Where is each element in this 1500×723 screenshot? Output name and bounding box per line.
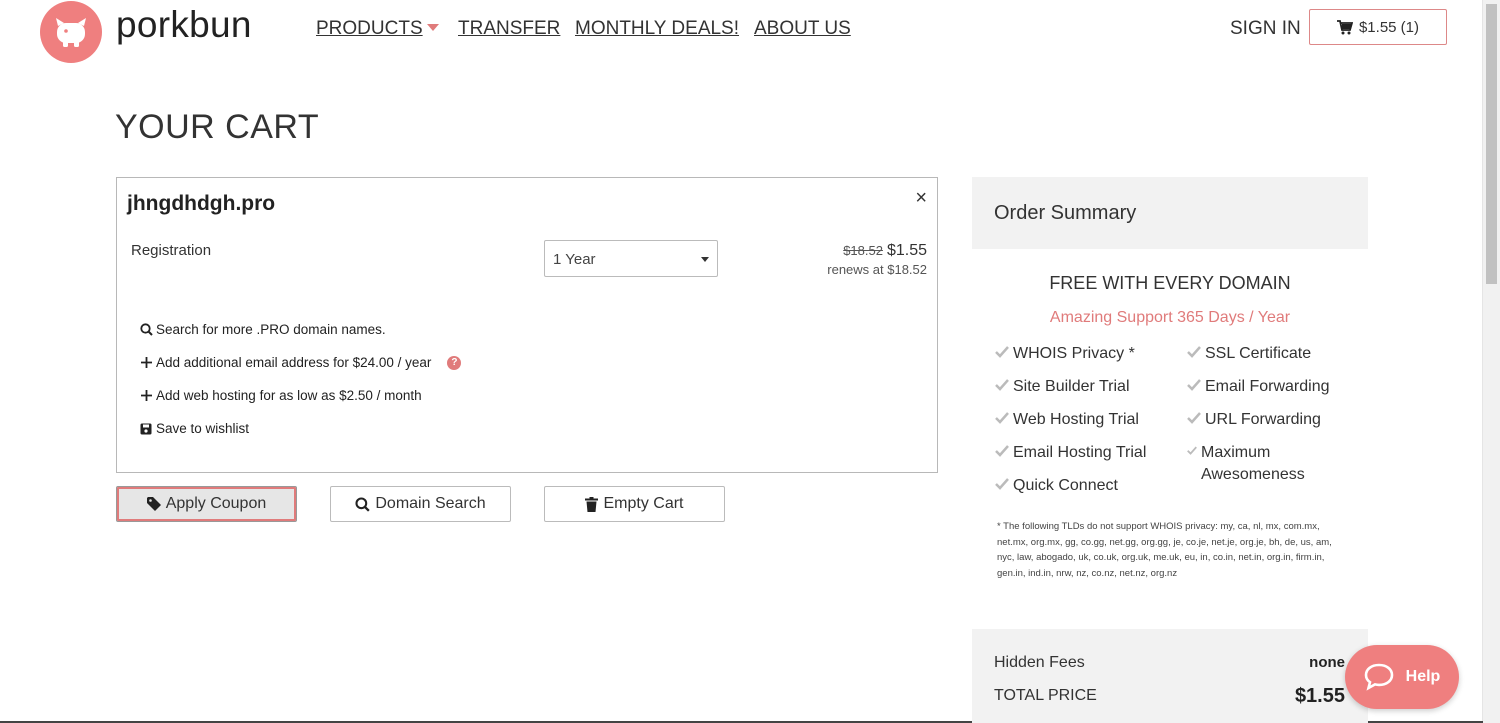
check-icon bbox=[1187, 379, 1201, 391]
add-hosting-label: Add web hosting for as low as $2.50 / mo… bbox=[156, 388, 422, 403]
feature-item: Email Forwarding bbox=[1187, 376, 1329, 398]
registration-term-select[interactable]: 1 Year bbox=[544, 240, 718, 277]
check-icon bbox=[995, 445, 1009, 457]
search-more-domains-link[interactable]: Search for more .PRO domain names. bbox=[139, 322, 386, 337]
feature-label: SSL Certificate bbox=[1205, 345, 1312, 362]
order-summary-header: Order Summary bbox=[972, 177, 1368, 249]
apply-coupon-label: Apply Coupon bbox=[165, 495, 267, 512]
feature-label: URL Forwarding bbox=[1205, 411, 1321, 428]
search-icon bbox=[139, 323, 153, 336]
question-circle-icon[interactable]: ? bbox=[447, 355, 462, 370]
free-with-domain-title: FREE WITH EVERY DOMAIN bbox=[1049, 273, 1291, 293]
page-title: YOUR CART bbox=[115, 108, 320, 146]
trash-icon bbox=[585, 496, 599, 512]
feature-label: Email Forwarding bbox=[1205, 378, 1330, 395]
hidden-fees-value: none bbox=[1309, 654, 1345, 671]
save-to-wishlist-link[interactable]: Save to wishlist bbox=[139, 421, 249, 436]
search-more-label: Search for more .PRO domain names. bbox=[156, 322, 386, 337]
whois-privacy-note: * The following TLDs do not support WHOI… bbox=[997, 521, 1332, 579]
nav-products-label: PRODUCTS bbox=[316, 18, 423, 39]
cart-button[interactable]: $1.55 (1) bbox=[1309, 9, 1447, 45]
feature-label: Quick Connect bbox=[1013, 477, 1118, 494]
check-icon bbox=[1187, 346, 1201, 358]
support-tagline: Amazing Support 365 Days / Year bbox=[1049, 309, 1291, 326]
cart-total-label: $1.55 (1) bbox=[1358, 18, 1420, 36]
domain-search-button[interactable]: Domain Search bbox=[330, 486, 511, 522]
feature-item: Maximum Awesomeness bbox=[1187, 442, 1327, 486]
nav-monthly-deals[interactable]: MONTHLY DEALS! bbox=[575, 18, 739, 40]
shopping-cart-icon bbox=[1336, 19, 1353, 34]
check-icon bbox=[1187, 446, 1197, 455]
add-email-option[interactable]: Add additional email address for $24.00 … bbox=[139, 355, 462, 370]
check-icon bbox=[1187, 412, 1201, 424]
feature-label: Site Builder Trial bbox=[1013, 378, 1130, 395]
feature-item: Web Hosting Trial bbox=[995, 409, 1139, 431]
empty-cart-button[interactable]: Empty Cart bbox=[544, 486, 725, 522]
porkbun-logo-icon[interactable] bbox=[40, 1, 102, 63]
empty-cart-label: Empty Cart bbox=[603, 495, 684, 512]
plus-icon bbox=[140, 390, 152, 401]
discounted-price: $1.55 bbox=[886, 242, 927, 259]
nav-about-us[interactable]: ABOUT US bbox=[754, 18, 851, 40]
remove-item-close-icon[interactable]: × bbox=[915, 187, 927, 210]
cart-item-card: jhngdhdgh.pro × Registration 1 Year $18.… bbox=[116, 177, 938, 473]
order-totals: Hidden Fees none TOTAL PRICE $1.55 bbox=[972, 629, 1368, 723]
term-selected-value: 1 Year bbox=[553, 251, 596, 268]
feature-item: URL Forwarding bbox=[1187, 409, 1321, 431]
feature-label: Web Hosting Trial bbox=[1013, 411, 1139, 428]
dropdown-arrow-icon bbox=[701, 257, 709, 262]
registration-label: Registration bbox=[131, 242, 212, 259]
item-price: $18.52 $1.55 renews at $18.52 bbox=[827, 242, 927, 277]
search-icon bbox=[355, 496, 371, 512]
check-icon bbox=[995, 478, 1009, 490]
chat-bubble-icon bbox=[1364, 663, 1393, 691]
feature-label: WHOIS Privacy * bbox=[1013, 345, 1135, 362]
help-label: Help bbox=[1405, 668, 1441, 685]
total-price-label: TOTAL PRICE bbox=[994, 687, 1097, 704]
total-price-value: $1.55 bbox=[1294, 685, 1345, 707]
save-wishlist-label: Save to wishlist bbox=[156, 421, 250, 436]
tag-icon bbox=[146, 497, 161, 511]
nav-transfer[interactable]: TRANSFER bbox=[458, 18, 560, 40]
scrollbar-thumb[interactable] bbox=[1486, 4, 1497, 284]
feature-item: Site Builder Trial bbox=[995, 376, 1130, 398]
cart-item-domain: jhngdhdgh.pro bbox=[127, 192, 276, 215]
feature-item: Quick Connect bbox=[995, 475, 1118, 497]
add-email-label: Add additional email address for $24.00 … bbox=[156, 355, 432, 370]
sign-in-link[interactable]: SIGN IN bbox=[1230, 18, 1301, 40]
feature-item: Email Hosting Trial bbox=[995, 442, 1146, 464]
feature-label: Email Hosting Trial bbox=[1013, 444, 1147, 461]
page-scrollbar[interactable] bbox=[1482, 0, 1500, 723]
add-hosting-option[interactable]: Add web hosting for as low as $2.50 / mo… bbox=[139, 388, 422, 403]
hidden-fees-label: Hidden Fees bbox=[994, 654, 1085, 671]
domain-search-label: Domain Search bbox=[375, 495, 486, 512]
feature-item: SSL Certificate bbox=[1187, 343, 1311, 365]
feature-label: Maximum Awesomeness bbox=[1200, 444, 1305, 483]
save-icon bbox=[140, 423, 152, 434]
help-chat-button[interactable]: Help bbox=[1345, 645, 1459, 709]
original-price: $18.52 bbox=[843, 243, 883, 258]
brand-name[interactable]: porkbun bbox=[116, 4, 252, 46]
nav-products[interactable]: PRODUCTS bbox=[316, 18, 439, 40]
caret-down-icon bbox=[426, 24, 439, 31]
order-summary-title: Order Summary bbox=[994, 202, 1137, 224]
check-icon bbox=[995, 379, 1009, 391]
feature-item: WHOIS Privacy * bbox=[995, 343, 1135, 365]
check-icon bbox=[995, 412, 1009, 424]
renewal-price: renews at $18.52 bbox=[827, 262, 927, 277]
plus-icon bbox=[140, 357, 152, 368]
check-icon bbox=[995, 346, 1009, 358]
apply-coupon-button[interactable]: Apply Coupon bbox=[116, 486, 297, 522]
